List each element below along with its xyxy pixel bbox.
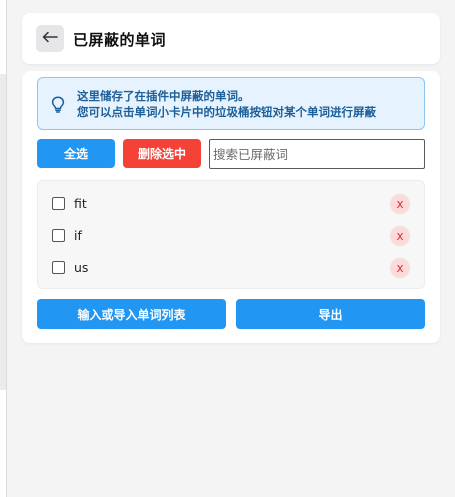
lightbulb-icon (51, 96, 65, 117)
back-arrow-icon (42, 31, 58, 46)
list-item: if x (38, 223, 424, 249)
header-card: 已屏蔽的单词 (22, 13, 440, 64)
close-icon[interactable]: x (390, 226, 410, 246)
info-text: 这里储存了在插件中屏蔽的单词。 您可以点击单词小卡片中的垃圾桶按钮对某个单词进行… (77, 88, 376, 120)
word-label: if (74, 228, 82, 243)
word-checkbox[interactable] (52, 229, 65, 242)
back-button[interactable] (36, 25, 64, 52)
export-button[interactable]: 导出 (236, 299, 425, 329)
word-checkbox[interactable] (52, 197, 65, 210)
info-line-2: 您可以点击单词小卡片中的垃圾桶按钮对某个单词进行屏蔽 (77, 105, 376, 119)
word-checkbox[interactable] (52, 261, 65, 274)
close-icon[interactable]: x (390, 258, 410, 278)
select-all-button[interactable]: 全选 (37, 139, 115, 168)
delete-selected-button[interactable]: 删除选中 (123, 139, 201, 168)
search-input[interactable] (209, 139, 425, 169)
page-title: 已屏蔽的单词 (73, 31, 167, 49)
main-card: 这里储存了在插件中屏蔽的单词。 您可以点击单词小卡片中的垃圾桶按钮对某个单词进行… (22, 71, 440, 343)
list-item: fit x (38, 191, 424, 217)
left-edge-panel (0, 0, 7, 497)
left-edge-band (0, 74, 6, 390)
word-label: fit (74, 196, 87, 211)
info-banner: 这里储存了在插件中屏蔽的单词。 您可以点击单词小卡片中的垃圾桶按钮对某个单词进行… (37, 77, 425, 130)
list-item: us x (38, 255, 424, 281)
blocked-word-list: fit x if x us x (37, 180, 425, 289)
word-label: us (74, 260, 89, 275)
close-icon[interactable]: x (390, 194, 410, 214)
import-word-list-button[interactable]: 输入或导入单词列表 (37, 299, 226, 329)
info-line-1: 这里储存了在插件中屏蔽的单词。 (77, 89, 250, 103)
